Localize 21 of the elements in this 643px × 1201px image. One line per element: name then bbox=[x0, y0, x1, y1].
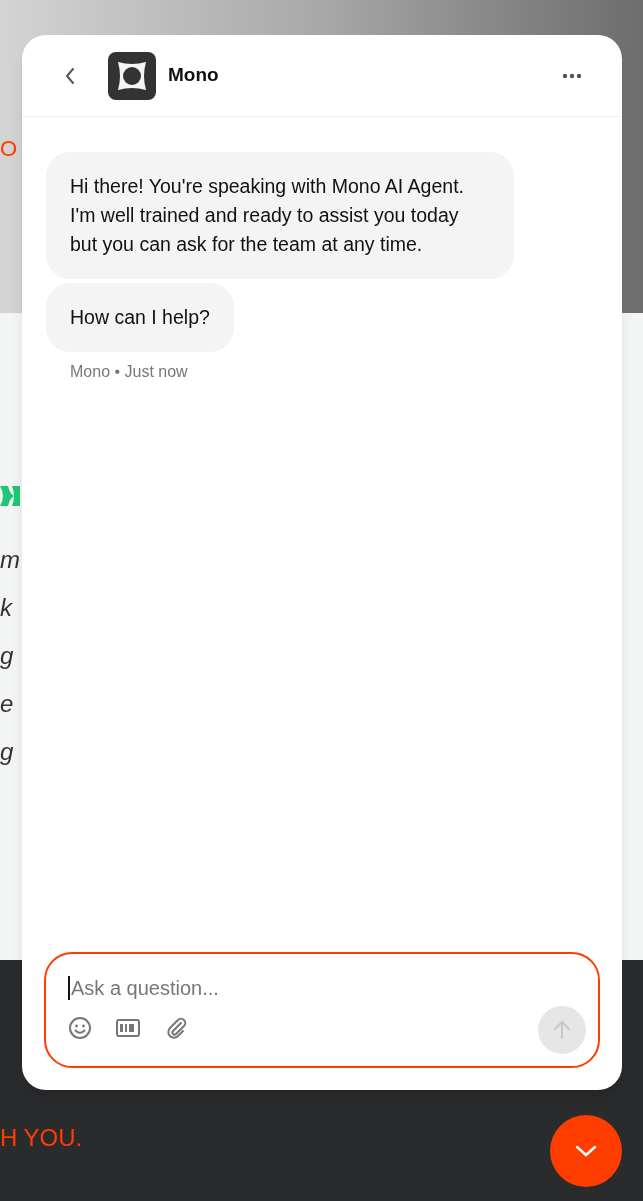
body-text: g bbox=[0, 740, 14, 764]
message-bubble: Hi there! You're speaking with Mono AI Agent. I'm well trained and ready to assist you today but you can ask for the team at any time. bbox=[46, 152, 514, 279]
footer-tagline: H YOU. bbox=[0, 1126, 83, 1150]
body-text: k bbox=[0, 596, 12, 620]
message-input[interactable]: Ask a question... bbox=[68, 976, 576, 1000]
body-text: m bbox=[0, 548, 20, 572]
accent-text: O bbox=[0, 135, 18, 163]
gif-icon[interactable] bbox=[116, 1019, 140, 1037]
chevron-left-icon bbox=[64, 66, 76, 85]
logo-icon bbox=[0, 484, 20, 508]
emoji-icon[interactable] bbox=[68, 1016, 92, 1040]
chat-title: Mono bbox=[168, 63, 219, 88]
chevron-down-icon bbox=[575, 1145, 597, 1157]
body-text: e bbox=[0, 692, 14, 716]
body-text: g bbox=[0, 644, 14, 668]
arrow-up-icon bbox=[553, 1020, 571, 1040]
logo-icon bbox=[108, 51, 156, 100]
attachment-icon[interactable] bbox=[164, 1016, 188, 1040]
message-bubble: How can I help? bbox=[46, 283, 234, 352]
more-icon bbox=[562, 72, 582, 79]
message-meta: Mono • Just now bbox=[70, 362, 188, 382]
